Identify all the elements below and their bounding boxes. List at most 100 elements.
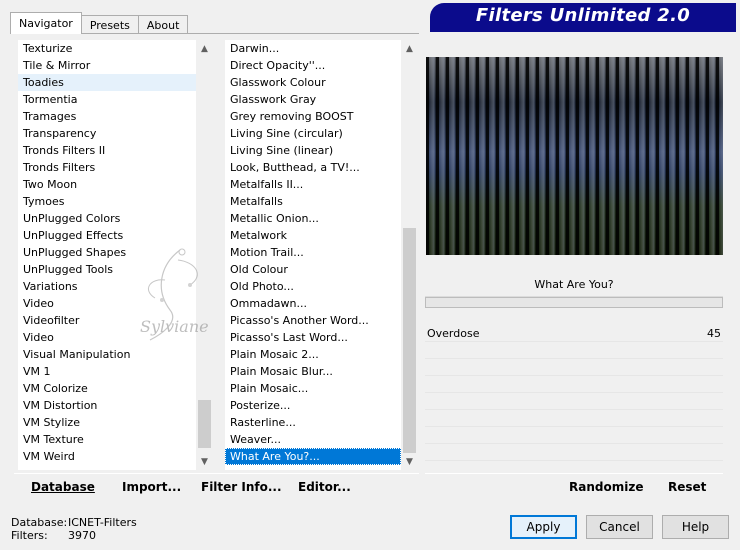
database-label: Database: [31, 479, 95, 494]
scroll-thumb[interactable]: [198, 400, 211, 448]
list-item[interactable]: Two Moon: [18, 176, 196, 193]
list-item[interactable]: Old Colour: [225, 261, 401, 278]
list-item[interactable]: Glasswork Gray: [225, 91, 401, 108]
tab-strip: Navigator Presets About: [10, 12, 189, 34]
filter-info-button[interactable]: Filter Info...: [196, 480, 287, 494]
list-item[interactable]: Posterize...: [225, 397, 401, 414]
list-item[interactable]: Toadies: [18, 74, 196, 91]
list-item[interactable]: VM Colorize: [18, 380, 196, 397]
list-item[interactable]: Direct Opacity''...: [225, 57, 401, 74]
tab-label: Navigator: [19, 17, 73, 30]
scroll-down-icon[interactable]: ▼: [401, 453, 418, 470]
list-item[interactable]: Living Sine (circular): [225, 125, 401, 142]
parameter-list: Overdose 45: [425, 325, 723, 461]
preview-image: [426, 57, 723, 255]
list-item[interactable]: Picasso's Last Word...: [225, 329, 401, 346]
list-item[interactable]: Weaver...: [225, 431, 401, 448]
list-item[interactable]: Darwin...: [225, 40, 401, 57]
list-item[interactable]: Variations: [18, 278, 196, 295]
list-item[interactable]: Tile & Mirror: [18, 57, 196, 74]
list-item[interactable]: Transparency: [18, 125, 196, 142]
list-item[interactable]: Look, Butthead, a TV!...: [225, 159, 401, 176]
list-item[interactable]: Tormentia: [18, 91, 196, 108]
tab-navigator[interactable]: Navigator: [10, 12, 82, 34]
list-item[interactable]: Tronds Filters: [18, 159, 196, 176]
scroll-down-icon[interactable]: ▼: [196, 453, 213, 470]
list-item[interactable]: Video: [18, 329, 196, 346]
tab-presets[interactable]: Presets: [80, 15, 139, 34]
scroll-up-icon[interactable]: ▲: [196, 40, 213, 57]
param-row-empty: [425, 393, 723, 410]
list-item[interactable]: Visual Manipulation: [18, 346, 196, 363]
list-item[interactable]: VM Distortion: [18, 397, 196, 414]
list-item[interactable]: Grey removing BOOST: [225, 108, 401, 125]
reset-button[interactable]: Reset: [663, 480, 711, 494]
filter-list[interactable]: Darwin... Direct Opacity''... Glasswork Co…: [225, 40, 401, 470]
list-item[interactable]: VM Weird: [18, 448, 196, 465]
selected-filter-name: What Are You?: [425, 273, 723, 297]
list-item[interactable]: Plain Mosaic Blur...: [225, 363, 401, 380]
list-item[interactable]: Tramages: [18, 108, 196, 125]
list-item[interactable]: Videofilter: [18, 312, 196, 329]
list-item[interactable]: Metalfalls II...: [225, 176, 401, 193]
progress-bar: [425, 297, 723, 308]
list-item[interactable]: VM Stylize: [18, 414, 196, 431]
tab-about[interactable]: About: [137, 15, 189, 34]
list-item[interactable]: Metalfalls: [225, 193, 401, 210]
tab-label: Presets: [89, 18, 130, 32]
filters-count-value: 3970: [68, 529, 96, 542]
param-name: Overdose: [427, 326, 480, 340]
right-toolbar: Randomize Reset: [425, 473, 723, 499]
filter-scrollbar[interactable]: ▲ ▼: [401, 40, 418, 470]
category-list[interactable]: Texturize Tile & Mirror Toadies Tormentia Tr…: [18, 40, 196, 470]
param-row-empty: [425, 376, 723, 393]
category-scrollbar[interactable]: ▲ ▼: [196, 40, 213, 470]
list-item[interactable]: Metallic Onion...: [225, 210, 401, 227]
database-status-value: ICNET-Filters: [68, 516, 137, 529]
list-item[interactable]: Motion Trail...: [225, 244, 401, 261]
apply-button[interactable]: Apply: [510, 515, 577, 539]
list-item[interactable]: Glasswork Colour: [225, 74, 401, 91]
list-item[interactable]: Plain Mosaic...: [225, 380, 401, 397]
list-item[interactable]: Tronds Filters II: [18, 142, 196, 159]
list-item[interactable]: What Are You?...: [225, 448, 401, 465]
list-item[interactable]: Rasterline...: [225, 414, 401, 431]
import-button[interactable]: Import...: [117, 480, 186, 494]
list-item[interactable]: VM Texture: [18, 431, 196, 448]
list-item[interactable]: UnPlugged Shapes: [18, 244, 196, 261]
import-label: Import...: [122, 479, 182, 494]
param-row-empty: [425, 427, 723, 444]
list-item[interactable]: Ommadawn...: [225, 295, 401, 312]
list-item[interactable]: Picasso's Another Word...: [225, 312, 401, 329]
scroll-up-icon[interactable]: ▲: [401, 40, 418, 57]
list-item[interactable]: Plain Mosaic 2...: [225, 346, 401, 363]
preview-stripes: [426, 57, 723, 255]
param-value: 45: [707, 326, 721, 340]
list-item[interactable]: UnPlugged Tools: [18, 261, 196, 278]
list-item[interactable]: VM 1: [18, 363, 196, 380]
list-item[interactable]: UnPlugged Effects: [18, 227, 196, 244]
list-item[interactable]: Metalwork: [225, 227, 401, 244]
filter-info-label: Filter Info...: [201, 479, 282, 494]
database-button[interactable]: Database: [26, 480, 100, 494]
param-row-overdose[interactable]: Overdose 45: [425, 325, 723, 342]
param-row-empty: [425, 359, 723, 376]
scroll-thumb[interactable]: [403, 228, 416, 453]
cancel-button[interactable]: Cancel: [586, 515, 653, 539]
editor-button[interactable]: Editor...: [293, 480, 356, 494]
help-button[interactable]: Help: [662, 515, 729, 539]
list-item[interactable]: Texturize: [18, 40, 196, 57]
status-area: Database:ICNET-Filters Filters: 3970: [11, 516, 137, 542]
editor-label: Editor...: [298, 479, 351, 494]
banner-title: Filters Unlimited 2.0: [475, 5, 691, 26]
tab-label: About: [146, 18, 180, 32]
list-item[interactable]: Video: [18, 295, 196, 312]
list-item[interactable]: Tymoes: [18, 193, 196, 210]
filters-count-label: Filters:: [11, 529, 48, 542]
left-toolbar: Database Import... Filter Info... Editor…: [14, 473, 419, 499]
list-item[interactable]: UnPlugged Colors: [18, 210, 196, 227]
randomize-button[interactable]: Randomize: [564, 480, 648, 494]
list-item[interactable]: Old Photo...: [225, 278, 401, 295]
list-item[interactable]: Living Sine (linear): [225, 142, 401, 159]
title-banner: Filters Unlimited 2.0: [430, 3, 736, 29]
